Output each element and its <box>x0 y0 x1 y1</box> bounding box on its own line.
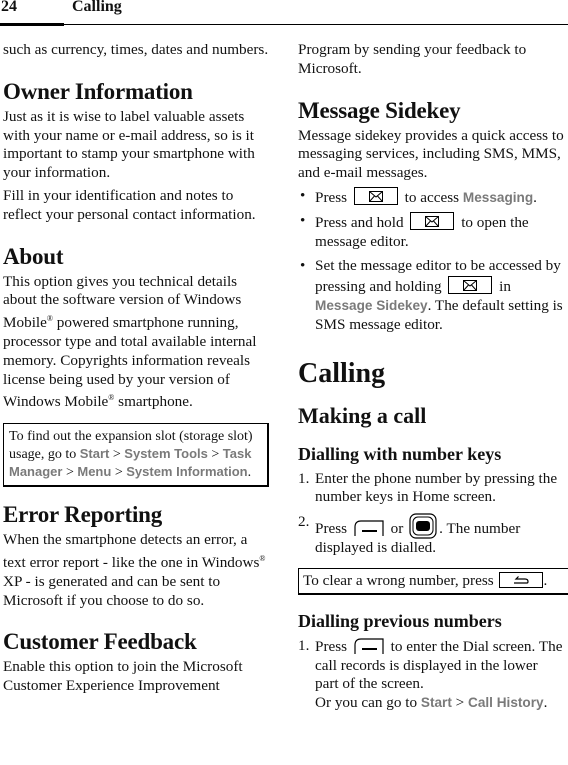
owner-information-paragraph-2: Fill in your identification and notes to… <box>3 186 256 223</box>
envelope-key-icon <box>448 276 493 295</box>
right-column: Program by sending your feedback to Micr… <box>298 38 568 713</box>
step-end: . <box>543 694 548 712</box>
message-sidekey-heading: Message Sidekey <box>298 97 461 123</box>
path-separator: > <box>109 447 125 463</box>
list-item: 2. Press or . The number displayed is di… <box>298 513 564 558</box>
menu-path-start: Start <box>420 695 452 711</box>
calling-chapter-heading: Calling <box>298 357 386 389</box>
feedback-continuation: Program by sending your feedback to Micr… <box>298 41 527 77</box>
message-sidekey-paragraph: Message sidekey provides a quick access … <box>298 126 564 182</box>
bullet-text: to access <box>400 188 463 206</box>
envelope-key-icon <box>353 186 398 205</box>
path-separator: > <box>62 465 78 481</box>
left-column: such as currency, times, dates and numbe… <box>3 38 269 696</box>
page-number: 24 <box>1 0 17 15</box>
note-end: . <box>543 571 548 589</box>
customer-feedback-paragraph: Enable this option to join the Microsoft… <box>3 658 243 695</box>
send-softkey-icon <box>353 637 385 654</box>
registered-mark: ® <box>259 553 266 563</box>
error-reporting-heading: Error Reporting <box>3 502 163 528</box>
note-end: . <box>247 465 252 481</box>
step-number: 1. <box>298 636 310 654</box>
bullet-text: in <box>495 278 511 296</box>
menu-path-system-tools: System Tools <box>124 446 208 462</box>
bullet-text: Set the message editor to be accessed by… <box>315 257 561 296</box>
note-text: To clear a wrong number, press <box>303 571 494 589</box>
about-text-c: smartphone. <box>114 393 193 411</box>
about-heading: About <box>3 243 64 269</box>
clear-number-note: To clear a wrong number, press . <box>298 567 568 595</box>
expansion-slot-note: To find out the expansion slot (storage … <box>3 423 269 488</box>
bullet-text: Press <box>315 188 348 206</box>
owner-information-heading: Owner Information <box>3 78 193 104</box>
list-item: 1. Press to enter the Dial screen. The c… <box>298 637 564 713</box>
step-text: Press <box>315 520 348 538</box>
path-separator: > <box>111 465 127 481</box>
intro-continuation: such as currency, times, dates and numbe… <box>3 41 269 58</box>
message-sidekey-label: Message Sidekey <box>315 297 428 313</box>
dialling-number-keys-heading: Dialling with number keys <box>298 443 502 464</box>
bullet-text: Press and hold <box>315 213 404 231</box>
step-text: Enter the phone number by pressing the n… <box>315 469 558 506</box>
list-item: Press to access Messaging. <box>298 186 564 208</box>
step-text: or <box>386 520 408 538</box>
path-separator: > <box>451 694 469 712</box>
path-separator: > <box>207 447 223 463</box>
error-text-a: When the smartphone detects an error, a … <box>3 531 260 571</box>
making-a-call-heading: Making a call <box>298 402 427 428</box>
step-number: 1. <box>298 469 310 487</box>
messaging-label: Messaging <box>462 189 534 205</box>
error-reporting-paragraph: When the smartphone detects an error, a … <box>3 531 269 610</box>
menu-path-call-history: Call History <box>468 695 544 711</box>
running-chapter-title: Calling <box>72 0 122 15</box>
dialling-previous-numbers-heading: Dialling previous numbers <box>298 610 502 631</box>
menu-path-start: Start <box>79 446 110 462</box>
call-key-icon <box>409 513 437 539</box>
send-softkey-icon <box>353 519 385 537</box>
list-item: Set the message editor to be accessed by… <box>298 257 564 334</box>
page-header: 24 Calling <box>0 0 568 26</box>
message-sidekey-list: Press to access Messaging. Press and hol… <box>298 186 564 335</box>
back-key-icon <box>499 571 544 588</box>
envelope-key-icon <box>410 211 455 230</box>
step-text: Or you can go to <box>315 694 421 712</box>
step-number: 2. <box>298 513 310 531</box>
dialling-previous-steps: 1. Press to enter the Dial screen. The c… <box>298 637 564 713</box>
step-text: Press <box>315 637 348 655</box>
list-item: 1. Enter the phone number by pressing th… <box>298 470 564 508</box>
header-rule-accent <box>0 23 64 26</box>
bullet-end: . <box>533 188 537 206</box>
list-item: Press and hold to open the message edito… <box>298 211 564 252</box>
dialling-number-keys-steps: 1. Enter the phone number by pressing th… <box>298 470 564 558</box>
owner-information-paragraph-1: Just as it is wise to label valuable ass… <box>3 107 255 182</box>
about-paragraph: This option gives you technical details … <box>3 273 269 413</box>
error-text-b: XP - is generated and can be sent to Mic… <box>3 572 221 609</box>
customer-feedback-heading: Customer Feedback <box>3 629 197 655</box>
menu-path-menu: Menu <box>77 464 112 480</box>
menu-path-system-information: System Information <box>126 464 248 480</box>
